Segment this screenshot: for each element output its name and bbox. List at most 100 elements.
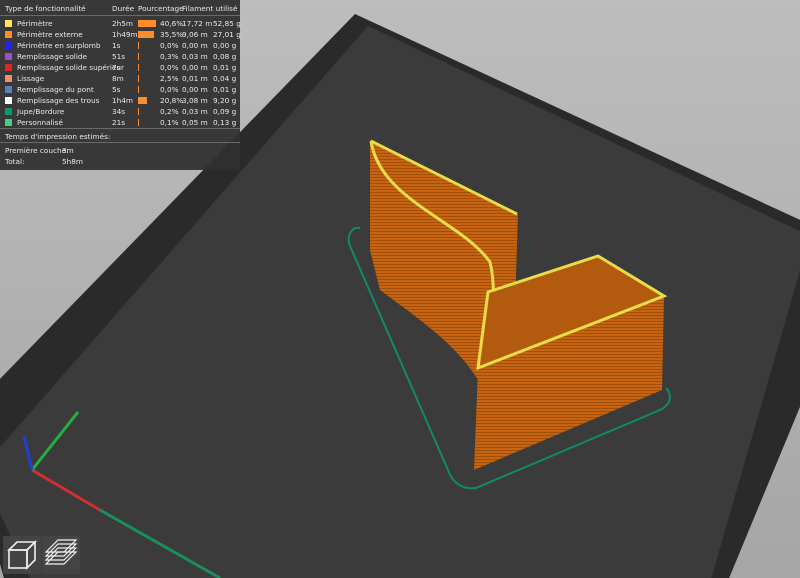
feature-duration: 1h49m [112,30,138,39]
percent-bar [138,31,154,38]
feature-weight: 27,01 g [213,30,241,39]
feature-percent: 0,0% [160,41,179,50]
total-label: Total: [5,157,25,166]
feature-weight: 0,04 g [213,74,237,83]
feature-percent: 40,6% [160,19,184,28]
feature-weight: 0,00 g [213,41,237,50]
percent-bar [138,119,139,126]
feature-length: 9,06 m [182,30,208,39]
feature-name: Périmètre [17,19,53,28]
feature-percent: 20,8% [160,96,184,105]
color-swatch [5,53,12,60]
legend-row: Remplissage solide 51s 0,3% 0,03 m 0,08 g [0,51,240,62]
feature-weight: 0,09 g [213,107,237,116]
feature-percent: 0,0% [160,63,179,72]
percent-bar [138,86,139,93]
percent-bar [138,20,156,27]
feature-legend: Type de fonctionnalité Durée Pourcentage… [0,0,241,170]
header-type: Type de fonctionnalité [5,4,86,13]
layers-icon [44,539,78,565]
feature-name: Remplissage du pont [17,85,94,94]
legend-row: Périmètre en surplomb 1s 0,0% 0,00 m 0,00 g [0,40,240,51]
legend-row: Périmètre externe 1h49m 35,5% 9,06 m 27,01 g [0,29,241,40]
percent-bar [138,64,139,71]
feature-name: Périmètre externe [17,30,83,39]
legend-row: Personnalisé 21s 0,1% 0,05 m 0,13 g [0,117,240,128]
feature-percent: 35,5% [160,30,184,39]
feature-name: Lissage [17,74,45,83]
feature-percent: 0,3% [160,52,179,61]
first-layer-estimate: Première couche: 3m [0,145,240,156]
feature-length: 0,01 m [182,74,208,83]
feature-length: 0,00 m [182,41,208,50]
percent-bar [138,53,139,60]
first-layer-label: Première couche: [5,146,69,155]
legend-header: Type de fonctionnalité Durée Pourcentage… [0,3,240,14]
feature-duration: 21s [112,118,126,127]
3d-view-button[interactable] [3,536,41,574]
color-swatch [5,64,12,71]
feature-duration: 1h4m [112,96,134,105]
feature-percent: 0,0% [160,85,179,94]
feature-name: Périmètre en surplomb [17,41,101,50]
legend-row: Jupe/Bordure 34s 0,2% 0,03 m 0,09 g [0,106,240,117]
feature-duration: 8m [112,74,124,83]
feature-weight: 0,13 g [213,118,237,127]
feature-length: 0,00 m [182,63,208,72]
header-percent: Pourcentage [138,4,184,13]
feature-weight: 0,01 g [213,85,237,94]
feature-name: Remplissage solide [17,52,87,61]
color-swatch [5,97,12,104]
color-swatch [5,119,12,126]
feature-length: 0,05 m [182,118,208,127]
feature-duration: 2h5m [112,19,134,28]
layers-view-button[interactable] [42,536,80,574]
legend-row: Périmètre 2h5m 40,6% 17,72 m 52,85 g [0,18,241,29]
feature-weight: 0,01 g [213,63,237,72]
header-duration: Durée [112,4,135,13]
feature-length: 3,08 m [182,96,208,105]
feature-duration: 51s [112,52,126,61]
feature-duration: 5s [112,85,121,94]
feature-length: 0,00 m [182,85,208,94]
percent-bar [138,97,147,104]
feature-weight: 0,08 g [213,52,237,61]
legend-row: Remplissage des trous 1h4m 20,8% 3,08 m 9,20… [0,95,240,106]
feature-duration: 34s [112,107,126,116]
percent-bar [138,42,139,49]
color-swatch [5,20,12,27]
cube-icon [7,540,37,570]
color-swatch [5,108,12,115]
total-estimate: Total: 5h8m [0,156,240,167]
feature-weight: 9,20 g [213,96,237,105]
feature-name: Remplissage solide supérieur [17,63,124,72]
total-value: 5h8m [62,157,84,166]
feature-length: 17,72 m [182,19,213,28]
feature-length: 0,03 m [182,107,208,116]
legend-divider [0,128,240,129]
feature-duration: 7s [112,63,121,72]
percent-bar [138,108,139,115]
estimates-title-text: Temps d'impression estimés: [5,132,111,141]
legend-divider [0,15,240,16]
feature-length: 0,03 m [182,52,208,61]
legend-row: Lissage 8m 2,5% 0,01 m 0,04 g [0,73,240,84]
feature-name: Remplissage des trous [17,96,100,105]
feature-weight: 52,85 g [213,19,241,28]
legend-row: Remplissage solide supérieur 7s 0,0% 0,00 m… [0,62,240,73]
feature-name: Personnalisé [17,118,63,127]
feature-percent: 0,1% [160,118,179,127]
color-swatch [5,31,12,38]
header-filament: Filament utilisé [182,4,238,13]
color-swatch [5,42,12,49]
estimates-title: Temps d'impression estimés: [0,131,240,142]
feature-duration: 1s [112,41,121,50]
first-layer-value: 3m [62,146,74,155]
feature-percent: 0,2% [160,107,179,116]
color-swatch [5,86,12,93]
feature-percent: 2,5% [160,74,179,83]
feature-name: Jupe/Bordure [17,107,65,116]
legend-row: Remplissage du pont 5s 0,0% 0,00 m 0,01 g [0,84,240,95]
percent-bar [138,75,139,82]
color-swatch [5,75,12,82]
